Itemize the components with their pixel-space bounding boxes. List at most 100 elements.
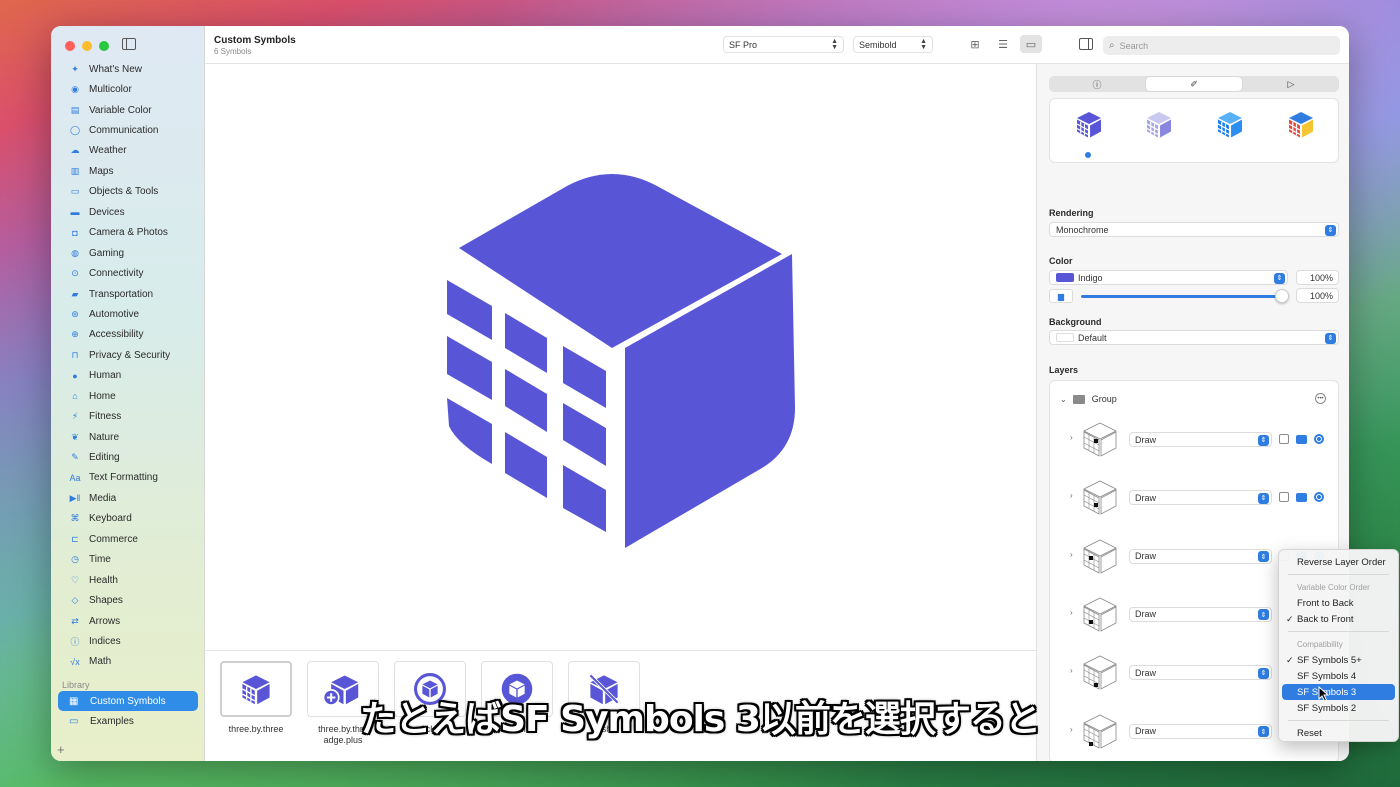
chevron-updown-icon: ⇕	[1274, 272, 1285, 284]
menu-item-front-to-back[interactable]: Front to Back	[1282, 595, 1395, 611]
sidebar-item-accessibility[interactable]: ⊕ Accessibility	[59, 325, 199, 345]
sidebar-item-keyboard[interactable]: ⌘ Keyboard	[59, 509, 199, 529]
sidebar-item-fitness[interactable]: ⚡ Fitness	[59, 406, 199, 426]
layer-enabled-icon[interactable]	[1314, 492, 1324, 503]
sidebar-item-variable-color[interactable]: ▤ Variable Color	[59, 100, 199, 120]
layer-enabled-icon[interactable]	[1314, 434, 1324, 444]
sidebar-toggle-icon[interactable]	[122, 38, 136, 50]
search-field[interactable]: ⌕ Search	[1103, 36, 1340, 55]
duplicate-icon[interactable]	[1279, 434, 1289, 444]
chevron-updown-icon: ⇕	[1325, 332, 1336, 344]
layers-label: Layers	[1049, 365, 1079, 375]
sidebar-item-commerce[interactable]: ⊏ Commerce	[59, 529, 199, 549]
sidebar-item-multicolor[interactable]: ◉ Multicolor	[59, 79, 199, 99]
folder-icon	[1072, 394, 1085, 404]
list-view-icon[interactable]: ☰	[992, 35, 1014, 53]
layer-actions	[1279, 434, 1324, 444]
layer-group-row[interactable]: ⌄ Group	[1060, 391, 1330, 407]
sidebar-item-weather[interactable]: ☁ Weather	[59, 141, 199, 161]
tab-animation[interactable]: ▷	[1243, 76, 1339, 92]
layer-color-icon[interactable]	[1296, 434, 1307, 444]
palette-icon: ◉	[71, 84, 79, 95]
opacity-slider-track[interactable]	[1081, 295, 1281, 298]
cloud-sun-icon: ☁	[70, 145, 80, 156]
rendering-mode-picker	[1049, 98, 1339, 163]
chevron-right-icon[interactable]: ›	[1070, 550, 1073, 559]
gallery-view-icon[interactable]: ▭	[1020, 35, 1042, 53]
sidebar-item-math[interactable]: √x Math	[59, 652, 199, 672]
textformat-icon: Aa	[69, 472, 81, 483]
sidebar-item-devices[interactable]: ▬ Devices	[59, 202, 199, 222]
accessibility-icon: ⊕	[71, 329, 79, 340]
color-popup[interactable]: Indigo ⇕	[1049, 270, 1288, 285]
zoom-button[interactable]	[99, 41, 109, 51]
tab-rendering[interactable]: ✐	[1146, 77, 1242, 91]
layer-row[interactable]: › Draw ⇕	[1070, 475, 1335, 521]
tab-info[interactable]: ⓘ	[1049, 76, 1145, 92]
chevron-right-icon[interactable]: ›	[1070, 608, 1073, 617]
sidebar-item-media[interactable]: ▶‖ Media	[59, 488, 199, 508]
layer-mode-popup[interactable]: Draw ⇕	[1129, 490, 1272, 506]
font-popup[interactable]: SF Pro ▲ ▼	[723, 36, 844, 53]
sidebar-item-time[interactable]: ◷ Time	[59, 550, 199, 570]
weight-popup[interactable]: Semibold ▲ ▼	[853, 36, 933, 53]
library-section-label: Library	[62, 680, 90, 690]
layer-mode-popup[interactable]: Draw ⇕	[1129, 432, 1272, 447]
grid-view-icon[interactable]: ⊞	[964, 35, 986, 53]
chevron-updown-icon: ▲ ▼	[831, 38, 838, 51]
layer-mode-popup[interactable]: Draw ⇕	[1129, 606, 1272, 622]
layer-mode-popup[interactable]: Draw ⇕	[1129, 665, 1272, 681]
duplicate-icon[interactable]	[1279, 492, 1289, 503]
sidebar-item-camera-photos[interactable]: ◘ Camera & Photos	[59, 223, 199, 243]
menu-item-sf-symbols-5[interactable]: ✓ SF Symbols 5+	[1282, 652, 1395, 668]
ellipsis-circle-icon[interactable]: •••	[1315, 393, 1326, 404]
sidebar-item-home[interactable]: ⌂ Home	[59, 386, 199, 406]
palette-mode-icon[interactable]	[1215, 109, 1245, 139]
hierarchical-mode-icon[interactable]	[1144, 109, 1174, 139]
chevron-right-icon[interactable]: ›	[1070, 491, 1073, 500]
sidebar-item-transportation[interactable]: ▰ Transportation	[59, 284, 199, 304]
opacity-percent-field[interactable]: 100%	[1296, 288, 1339, 303]
opacity-toggle-icon[interactable]: ▆	[1049, 289, 1073, 303]
opacity-slider-knob[interactable]	[1275, 289, 1289, 303]
menu-item-sf-symbols-4[interactable]: SF Symbols 4	[1282, 668, 1395, 684]
sidebar-item-connectivity[interactable]: ⊙ Connectivity	[59, 263, 199, 283]
sidebar-item-editing[interactable]: ✎ Editing	[59, 447, 199, 467]
checkmark-icon: ✓	[1286, 654, 1294, 665]
sidebar-item-communication[interactable]: ◯ Communication	[59, 120, 199, 140]
layer-color-icon[interactable]	[1296, 492, 1307, 502]
sidebar-item-health[interactable]: ♡ Health	[59, 570, 199, 590]
sidebar-item-arrows[interactable]: ⇄ Arrows	[59, 611, 199, 631]
sidebar-item-indices[interactable]: ⓘ Indices	[59, 631, 199, 651]
sidebar-item-shapes[interactable]: ◇ Shapes	[59, 590, 199, 610]
sidebar-item-human[interactable]: ● Human	[59, 366, 199, 386]
rendering-popup[interactable]: Monochrome ⇕	[1049, 222, 1339, 237]
camera-icon: ◘	[72, 227, 78, 238]
layer-thumbnail-icon	[1083, 655, 1117, 690]
layer-row[interactable]: › Draw ⇕	[1070, 417, 1335, 463]
chevron-right-icon[interactable]: ›	[1070, 433, 1073, 442]
monochrome-mode-icon[interactable]	[1074, 109, 1104, 139]
info-icon: ⓘ	[1092, 79, 1102, 90]
close-button[interactable]	[65, 41, 75, 51]
sidebar-item-privacy-security[interactable]: ⊓ Privacy & Security	[59, 345, 199, 365]
sidebar-item-nature[interactable]: ❦ Nature	[59, 427, 199, 447]
sidebar-item-whats-new[interactable]: ✦ What's New	[59, 59, 199, 79]
minimize-button[interactable]	[82, 41, 92, 51]
color-percent-field[interactable]: 100%	[1296, 270, 1339, 285]
inspector-toggle-icon[interactable]	[1079, 38, 1093, 50]
add-collection-button[interactable]: +	[57, 742, 65, 757]
sidebar-item-text-formatting[interactable]: Aa Text Formatting	[59, 468, 199, 488]
sidebar-item-objects-tools[interactable]: ▭ Objects & Tools	[59, 182, 199, 202]
display-icon: ▬	[70, 207, 80, 218]
menu-item-back-to-front[interactable]: ✓ Back to Front	[1282, 611, 1395, 627]
sidebar-item-automotive[interactable]: ⊛ Automotive	[59, 304, 199, 324]
layer-mode-popup[interactable]: Draw ⇕	[1129, 548, 1272, 564]
chevron-right-icon[interactable]: ›	[1070, 666, 1073, 675]
multicolor-mode-icon[interactable]	[1286, 109, 1316, 139]
inspector-tabs: ⓘ ✐ ▷	[1049, 76, 1339, 92]
sidebar-item-gaming[interactable]: ◍ Gaming	[59, 243, 199, 263]
menu-item-reverse-layer-order[interactable]: Reverse Layer Order	[1282, 554, 1395, 570]
sidebar-item-maps[interactable]: ▥ Maps	[59, 161, 199, 181]
background-popup[interactable]: Default ⇕	[1049, 330, 1339, 345]
